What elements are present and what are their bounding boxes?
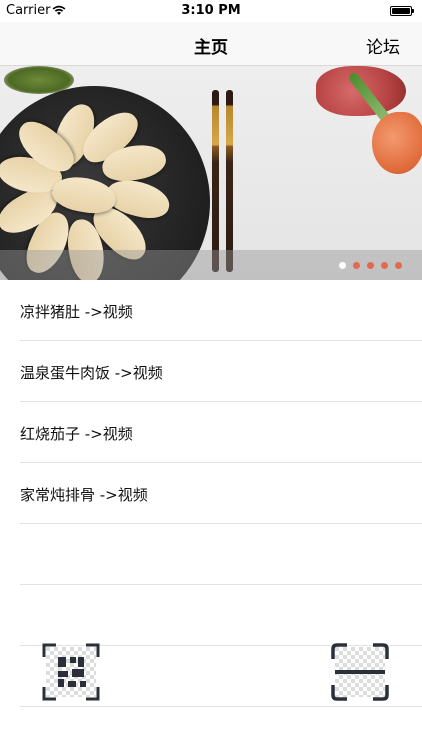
list-item[interactable] bbox=[0, 585, 422, 646]
shrimp-image bbox=[372, 112, 422, 174]
page-indicator[interactable] bbox=[339, 262, 402, 269]
list-item[interactable]: 红烧茄子 ->视频 bbox=[0, 402, 422, 463]
battery-icon bbox=[390, 6, 414, 16]
list-item-label: 凉拌猪肚 ->视频 bbox=[20, 303, 133, 321]
chopstick-image bbox=[212, 90, 219, 272]
status-time: 3:10 PM bbox=[181, 3, 241, 18]
list-item[interactable]: 温泉蛋牛肉饭 ->视频 bbox=[0, 341, 422, 402]
status-bar: Carrier 3:10 PM bbox=[0, 0, 422, 22]
list-item-label: 红烧茄子 ->视频 bbox=[20, 425, 133, 443]
list-item-label: 温泉蛋牛肉饭 ->视频 bbox=[20, 364, 163, 382]
list-item[interactable] bbox=[0, 524, 422, 585]
row-divider bbox=[20, 706, 422, 707]
page-dot[interactable] bbox=[395, 262, 402, 269]
list-item[interactable]: 家常炖排骨 ->视频 bbox=[0, 463, 422, 524]
page-dot[interactable] bbox=[381, 262, 388, 269]
navigation-bar: 主页 论坛 bbox=[0, 22, 422, 66]
page-title: 主页 bbox=[194, 38, 228, 58]
forum-button[interactable]: 论坛 bbox=[366, 33, 400, 58]
page-dot[interactable] bbox=[367, 262, 374, 269]
scan-icon[interactable] bbox=[331, 643, 389, 701]
list-item-label: 家常炖排骨 ->视频 bbox=[20, 486, 148, 504]
banner-carousel[interactable] bbox=[0, 66, 422, 280]
page-dot[interactable] bbox=[353, 262, 360, 269]
chopstick-image bbox=[226, 90, 233, 272]
list-item[interactable]: 凉拌猪肚 ->视频 bbox=[0, 280, 422, 341]
page-dot[interactable] bbox=[339, 262, 346, 269]
qr-code-icon[interactable] bbox=[42, 643, 100, 701]
